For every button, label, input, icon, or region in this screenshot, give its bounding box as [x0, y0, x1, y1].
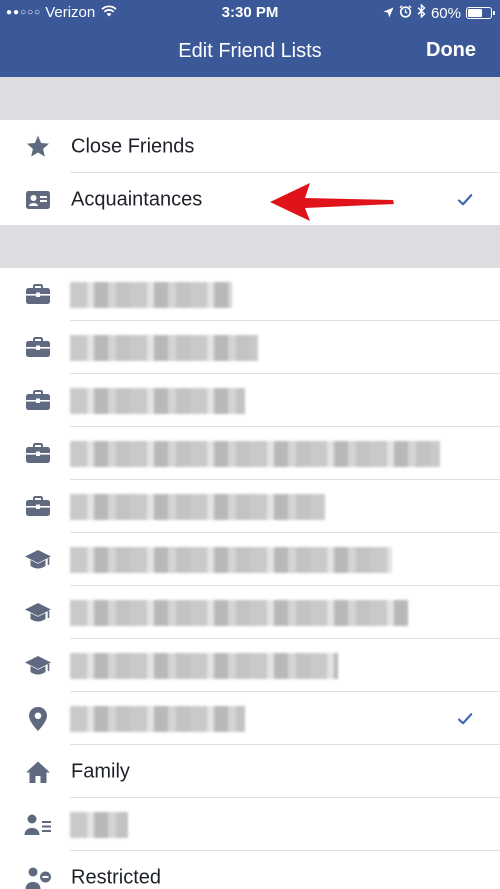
- redacted-label: [70, 281, 232, 308]
- list-item-work-2[interactable]: [0, 321, 500, 374]
- star-icon: [24, 133, 52, 161]
- person-restricted-icon: [24, 864, 52, 889]
- list-item-work-3[interactable]: [0, 374, 500, 427]
- friend-list-section-primary: Close Friends Acquaintances: [0, 120, 500, 226]
- briefcase-icon: [24, 493, 52, 521]
- list-item-family[interactable]: Family: [0, 745, 500, 798]
- location-pin-icon: [24, 705, 52, 733]
- redacted-label: [70, 546, 392, 573]
- list-item-school-3[interactable]: [0, 639, 500, 692]
- graduation-cap-icon: [24, 652, 52, 680]
- contact-card-icon: [24, 186, 52, 214]
- friend-list-section-secondary: Family Restricted: [0, 268, 500, 889]
- bluetooth-icon: [417, 3, 426, 22]
- person-list-icon: [24, 811, 52, 839]
- red-arrow-annotation-icon: [270, 183, 394, 221]
- list-item-restricted[interactable]: Restricted: [0, 851, 500, 889]
- list-item-label: Family: [71, 760, 130, 782]
- list-item-acquaintances[interactable]: Acquaintances: [0, 173, 500, 226]
- battery-percent: 60%: [430, 4, 461, 22]
- status-right: 60%: [383, 3, 495, 22]
- section-spacer: [0, 225, 500, 268]
- list-item-work-1[interactable]: [0, 268, 500, 321]
- list-item-location[interactable]: [0, 692, 500, 745]
- done-button[interactable]: Done: [426, 39, 476, 62]
- redacted-label: [70, 599, 408, 626]
- redacted-label: [70, 440, 440, 467]
- list-item-label: Restricted: [71, 866, 162, 888]
- list-item-work-4[interactable]: [0, 427, 500, 480]
- list-item-label: Acquaintances: [71, 188, 203, 210]
- briefcase-icon: [24, 281, 52, 309]
- redacted-label: [70, 652, 338, 679]
- section-spacer: [0, 77, 500, 120]
- briefcase-icon: [24, 387, 52, 415]
- list-item-label: Close Friends: [71, 135, 195, 157]
- list-item-school-1[interactable]: [0, 533, 500, 586]
- graduation-cap-icon: [24, 599, 52, 627]
- briefcase-icon: [24, 440, 52, 468]
- location-icon: [383, 5, 394, 22]
- redacted-label: [70, 493, 325, 520]
- redacted-label: [70, 811, 128, 838]
- page-title: Edit Friend Lists: [178, 40, 322, 62]
- list-item-school-2[interactable]: [0, 586, 500, 639]
- checkmark-icon: [456, 191, 474, 209]
- checkmark-icon: [456, 710, 474, 728]
- list-item-work-5[interactable]: [0, 480, 500, 533]
- status-bar: ●●○○○ Verizon 3:30 PM 60%: [0, 0, 500, 26]
- nav-bar: Edit Friend Lists Done: [0, 26, 500, 77]
- alarm-icon: [399, 4, 412, 22]
- redacted-label: [70, 387, 245, 414]
- home-icon: [24, 758, 52, 786]
- list-item-person-list[interactable]: [0, 798, 500, 851]
- redacted-label: [70, 334, 258, 361]
- battery-icon: [466, 7, 495, 19]
- briefcase-icon: [24, 334, 52, 362]
- graduation-cap-icon: [24, 546, 52, 574]
- list-item-close-friends[interactable]: Close Friends: [0, 120, 500, 173]
- redacted-label: [70, 705, 245, 732]
